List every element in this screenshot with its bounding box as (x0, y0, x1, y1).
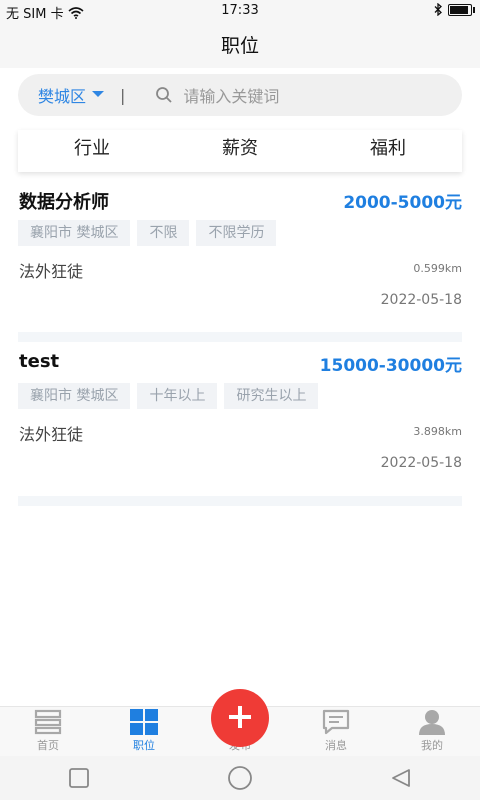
tab-home[interactable]: 首页 (0, 707, 96, 757)
search-separator: | (120, 85, 126, 105)
bluetooth-icon (434, 3, 442, 16)
experience-tag: 不限 (137, 220, 190, 246)
recent-apps-icon[interactable] (68, 767, 90, 789)
tab-messages[interactable]: 消息 (288, 707, 384, 757)
filter-benefits[interactable]: 福利 (314, 130, 462, 172)
job-card[interactable]: 数据分析师 2000-5000元 襄阳市 樊城区 不限 不限学历 法外狂徒 0.… (0, 188, 480, 318)
message-icon (322, 709, 350, 735)
job-date: 2022-05-18 (380, 292, 462, 308)
location-tag: 襄阳市 樊城区 (18, 220, 131, 246)
page-title: 职位 (220, 35, 259, 57)
search-bar: 樊城区 | 请输入关键词 (18, 74, 462, 116)
tab-publish[interactable]: 发布 (192, 689, 288, 757)
tab-profile-label: 我的 (421, 739, 443, 752)
plus-icon (229, 706, 251, 728)
district-label: 樊城区 (38, 87, 87, 106)
filter-salary[interactable]: 薪资 (166, 130, 314, 172)
system-navigation-bar (0, 756, 480, 800)
search-icon (156, 87, 173, 103)
company-name: 法外狂徒 (19, 425, 84, 444)
back-triangle-icon[interactable] (390, 767, 412, 789)
job-tags: 襄阳市 樊城区 十年以上 研究生以上 (18, 383, 319, 409)
caret-down-icon (92, 91, 105, 97)
job-salary: 15000-30000元 (319, 356, 462, 376)
grid-icon (130, 709, 158, 735)
education-tag: 研究生以上 (224, 383, 319, 409)
location-tag: 襄阳市 樊城区 (18, 383, 131, 409)
education-tag: 不限学历 (196, 220, 277, 246)
search-input[interactable]: 请输入关键词 (183, 83, 279, 107)
divider (18, 496, 462, 506)
district-selector[interactable]: 樊城区 (38, 83, 105, 107)
job-salary: 2000-5000元 (343, 193, 462, 213)
filter-bar: 行业 薪资 福利 (18, 130, 462, 172)
publish-button[interactable] (211, 689, 269, 747)
bottom-tab-bar: 首页 职位 发布 消息 我的 (0, 689, 480, 757)
filter-industry[interactable]: 行业 (18, 130, 166, 172)
user-icon (419, 710, 445, 735)
status-bar: 无 SIM 卡 17:33 (0, 0, 480, 22)
home-circle-icon[interactable] (227, 765, 253, 791)
job-title: test (19, 351, 60, 372)
status-time: 17:33 (221, 3, 259, 18)
job-distance: 3.898km (413, 425, 462, 438)
job-list-page: 樊城区 | 请输入关键词 行业 薪资 福利 数据分析师 2000-5000元 襄… (0, 68, 480, 708)
tab-profile[interactable]: 我的 (384, 707, 480, 757)
job-title: 数据分析师 (19, 192, 109, 213)
job-card[interactable]: test 15000-30000元 襄阳市 樊城区 十年以上 研究生以上 法外狂… (0, 351, 480, 481)
company-name: 法外狂徒 (19, 262, 84, 281)
job-date: 2022-05-18 (380, 455, 462, 471)
experience-tag: 十年以上 (137, 383, 218, 409)
battery-icon (448, 3, 475, 16)
tab-home-label: 首页 (37, 739, 59, 752)
tab-jobs[interactable]: 职位 (96, 707, 192, 757)
job-distance: 0.599km (413, 262, 462, 275)
tab-messages-label: 消息 (325, 739, 347, 752)
divider (18, 332, 462, 342)
tab-jobs-label: 职位 (133, 739, 155, 752)
job-tags: 襄阳市 樊城区 不限 不限学历 (18, 220, 277, 246)
home-icon (34, 709, 62, 735)
